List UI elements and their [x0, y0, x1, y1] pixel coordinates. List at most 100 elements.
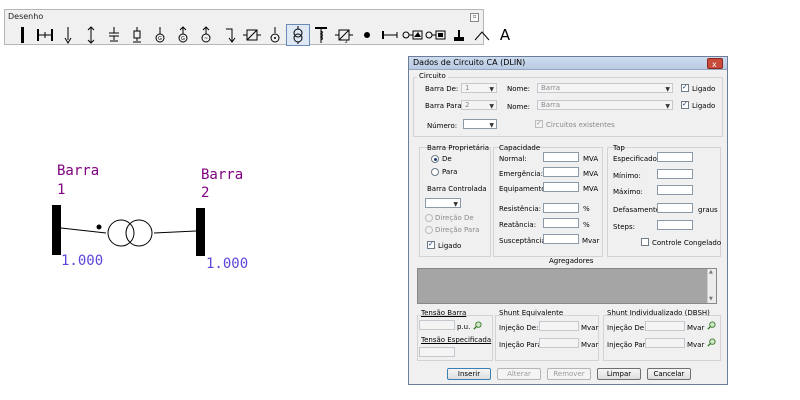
one-line-diagram: [52, 205, 205, 256]
chevron-down-icon: ▼: [489, 86, 494, 93]
ligado-para-checkbox[interactable]: [681, 100, 689, 109]
numero-select[interactable]: ▼: [463, 119, 497, 129]
agregadores-scrollbar[interactable]: ▲ ▼: [707, 269, 716, 303]
shunt-ind-injecao-de-label: Injeção De:: [607, 324, 647, 332]
numero-label: Número:: [427, 122, 458, 130]
ligado-de-checkbox[interactable]: [681, 83, 689, 92]
transformer-winding-2[interactable]: [125, 219, 153, 247]
barra-de-select[interactable]: 1 ▼: [461, 83, 497, 93]
resistencia-input[interactable]: [543, 203, 579, 213]
especificado-input[interactable]: [657, 152, 693, 162]
nome-para-select[interactable]: Barra ▼: [537, 100, 673, 110]
tensao-search-icon[interactable]: [473, 321, 482, 330]
steps-label: Steps:: [613, 223, 635, 231]
remover-button[interactable]: Remover: [547, 368, 591, 380]
shunt-eq-injecao-para-unit: Mvar: [581, 341, 599, 349]
facts-device-icon[interactable]: [402, 25, 424, 45]
minimo-label: Mínimo:: [613, 172, 641, 180]
controlada-ligado-checkbox[interactable]: [427, 240, 435, 249]
barra-para-label: Barra Para:: [425, 102, 464, 110]
shunt-eq-injecao-de-input[interactable]: [539, 321, 579, 331]
shunt-ind-injecao-para-input[interactable]: [645, 338, 685, 348]
barra-proprietaria-label: Barra Proprietária: [427, 144, 490, 152]
direcao-para-label: Direção Para: [435, 226, 480, 234]
text-tool-icon[interactable]: A: [494, 25, 516, 45]
scroll-down-icon[interactable]: ▼: [709, 296, 713, 302]
circuitos-existentes-checkbox[interactable]: [535, 119, 543, 128]
dialog-titlebar: Dados de Circuito CA (DLIN) x: [409, 57, 727, 70]
barra-para-value: 2: [465, 101, 470, 109]
nome-de-value: Barra: [541, 84, 561, 92]
shunt-eq-injecao-de-unit: Mvar: [581, 324, 599, 332]
normal-input[interactable]: [543, 152, 579, 162]
nome-de-select[interactable]: Barra ▼: [537, 83, 673, 93]
barra-proprietaria-de-radio[interactable]: [431, 155, 439, 163]
direcao-para-radio[interactable]: [425, 226, 433, 234]
direcao-de-radio[interactable]: [425, 214, 433, 222]
circuito-group-label: Circuito: [417, 72, 448, 80]
bus1-voltage: 1.000: [61, 253, 104, 269]
bus2-voltage: 1.000: [206, 256, 249, 272]
shunt-eq-injecao-para-input[interactable]: [539, 338, 579, 348]
tap-label: Tap: [613, 144, 625, 152]
ligado-para-label: Ligado: [692, 102, 716, 110]
shunt-ind-injecao-de-unit: Mvar: [687, 324, 705, 332]
barra-controlada-label: Barra Controlada: [427, 185, 487, 193]
inserir-button[interactable]: Inserir: [447, 368, 491, 380]
shunt-individualizado-label: Shunt Individualizado (DBSH): [607, 309, 710, 317]
agregadores-label: Agregadores: [549, 257, 594, 265]
barra-controlada-select[interactable]: ▼: [425, 198, 461, 208]
dialog-close-button[interactable]: x: [707, 58, 723, 69]
especificado-label: Especificado:: [613, 155, 660, 163]
steps-input[interactable]: [657, 220, 693, 230]
equipamento-input[interactable]: [543, 182, 579, 192]
shunt-de-search-icon[interactable]: [707, 321, 716, 330]
susceptancia-unit: Mvar: [582, 237, 600, 245]
normal-unit: MVA: [583, 155, 599, 163]
toolbar-close-icon[interactable]: ▫: [470, 13, 479, 22]
bus2-bar[interactable]: [196, 208, 205, 256]
normal-label: Normal:: [499, 155, 527, 163]
maximo-label: Máximo:: [613, 188, 643, 196]
facts-shunt-icon[interactable]: [425, 25, 447, 45]
controle-congelado-checkbox[interactable]: [641, 238, 649, 246]
dialog-title: Dados de Circuito CA (DLIN): [413, 58, 526, 67]
ligado-de-label: Ligado: [692, 85, 716, 93]
susceptancia-input[interactable]: [543, 234, 579, 244]
tensao-especificada-input[interactable]: [419, 347, 455, 357]
controle-congelado-label: Controle Congelado: [652, 239, 722, 247]
barra-proprietaria-para-label: Para: [442, 168, 458, 176]
shunt-para-search-icon[interactable]: [707, 338, 716, 347]
tensao-barra-input[interactable]: [419, 320, 455, 330]
defasamento-input[interactable]: [657, 203, 693, 213]
barra-proprietaria-para-radio[interactable]: [431, 168, 439, 176]
barra-para-select[interactable]: 2 ▼: [461, 100, 497, 110]
angle-line-icon[interactable]: [471, 25, 493, 45]
cancelar-button[interactable]: Cancelar: [647, 368, 691, 380]
scroll-up-icon[interactable]: ▲: [709, 269, 713, 275]
alterar-button[interactable]: Alterar: [497, 368, 541, 380]
resistencia-unit: %: [583, 205, 590, 213]
direcao-de-label: Direção De: [435, 214, 474, 222]
bus1-bar[interactable]: [52, 205, 61, 255]
chevron-down-icon: ▼: [453, 201, 458, 208]
emergencia-unit: MVA: [583, 170, 599, 178]
tensao-especificada-label[interactable]: Tensão Especificada: [421, 336, 491, 344]
shunt-ind-injecao-de-input[interactable]: [645, 321, 685, 331]
tensao-barra-label[interactable]: Tensão Barra: [421, 309, 466, 317]
owner-bus-dot: [96, 224, 102, 230]
susceptancia-label: Susceptância:: [499, 237, 549, 245]
reatancia-input[interactable]: [543, 218, 579, 228]
minimo-input[interactable]: [657, 169, 693, 179]
circuit-line-right[interactable]: [153, 230, 197, 234]
ground-icon[interactable]: [448, 25, 470, 45]
reatancia-label: Reatância:: [499, 221, 537, 229]
shunt-eq-injecao-para-label: Injeção Para:: [499, 341, 545, 349]
controlada-ligado-label: Ligado: [438, 242, 462, 250]
emergencia-input[interactable]: [543, 167, 579, 177]
limpar-button[interactable]: Limpar: [597, 368, 641, 380]
defasamento-unit: graus: [698, 206, 718, 214]
chevron-down-icon: ▼: [489, 122, 494, 129]
maximo-input[interactable]: [657, 185, 693, 195]
agregadores-list[interactable]: ▲ ▼: [417, 268, 717, 304]
